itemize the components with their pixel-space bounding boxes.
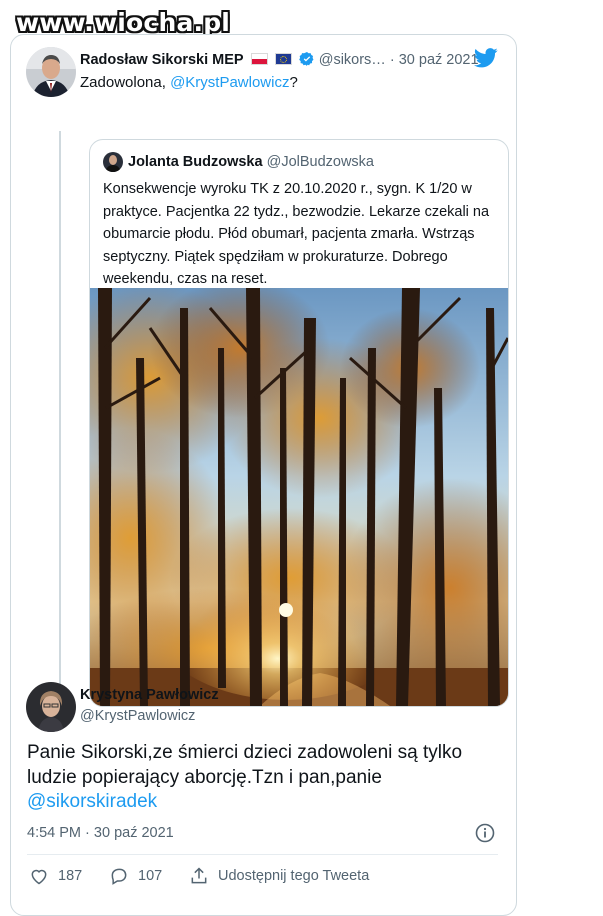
share-label: Udostępnij tego Tweeta: [218, 868, 370, 884]
share-button[interactable]: Udostępnij tego Tweeta: [189, 866, 369, 886]
reply-button[interactable]: 107: [109, 866, 162, 886]
verified-icon: [298, 51, 315, 71]
heart-icon: [31, 869, 47, 885]
thread-line: [59, 131, 61, 711]
reply-text-body: Panie Sikorski,ze śmierci dzieci zadowol…: [27, 742, 463, 788]
avatar-pawlowicz[interactable]: [26, 682, 76, 732]
reply-author-name[interactable]: Krystyna Pawłowicz: [80, 687, 219, 703]
tweet-text-prefix: Zadowolona,: [80, 74, 171, 91]
mention-link[interactable]: @KrystPawlowicz: [170, 74, 289, 91]
autumn-forest-photo[interactable]: [90, 278, 508, 706]
reply-count: 107: [138, 868, 163, 884]
info-icon[interactable]: [475, 823, 495, 848]
reply-author-name-row: Krystyna Pawłowicz: [80, 687, 219, 703]
reply-meta: 4:54 PM · 30 paź 2021: [27, 825, 174, 841]
avatar-budzowska: [103, 152, 123, 172]
reply-time[interactable]: 4:54 PM: [27, 825, 81, 841]
tweet-header: Radosław Sikorski MEP @sikors… · 30 paź …: [80, 51, 479, 71]
reply-mention-link[interactable]: @sikorskiradek: [27, 791, 157, 812]
separator: ·: [389, 52, 395, 68]
watermark: www.wiocha.pl: [16, 8, 231, 37]
flag-pl: [250, 53, 268, 65]
reply-text: Panie Sikorski,ze śmierci dzieci zadowol…: [27, 741, 507, 815]
divider: [27, 854, 498, 855]
reply-author-handle[interactable]: @KrystPawlowicz: [80, 708, 195, 724]
tweet-text: Zadowolona, @KrystPawlowicz?: [80, 74, 298, 91]
quoted-author-handle: @JolBudzowska: [266, 154, 374, 170]
like-button[interactable]: 187: [29, 866, 82, 886]
share-icon: [191, 867, 207, 884]
quoted-header: Jolanta Budzowska @JolBudzowska: [128, 154, 374, 170]
avatar-sikorski[interactable]: [26, 47, 76, 97]
quoted-author-name: Jolanta Budzowska: [128, 154, 263, 170]
tweet-card: Radosław Sikorski MEP @sikors… · 30 paź …: [10, 34, 517, 916]
flag-eu: [274, 53, 292, 65]
tweet-text-suffix: ?: [289, 74, 298, 91]
author-name[interactable]: Radosław Sikorski MEP: [80, 52, 244, 68]
author-handle[interactable]: @sikors…: [319, 52, 386, 68]
quoted-text: Konsekwencje wyroku TK z 20.10.2020 r., …: [103, 181, 490, 287]
like-count: 187: [58, 868, 83, 884]
tweet-date[interactable]: 30 paź 2021: [399, 52, 479, 68]
reply-bubble-icon: [111, 868, 127, 885]
twitter-bird-icon[interactable]: [473, 48, 498, 73]
quoted-tweet[interactable]: Jolanta Budzowska @JolBudzowska Konsekwe…: [89, 139, 509, 707]
reply-date[interactable]: 30 paź 2021: [94, 825, 174, 841]
reply-separator: ·: [85, 825, 90, 841]
